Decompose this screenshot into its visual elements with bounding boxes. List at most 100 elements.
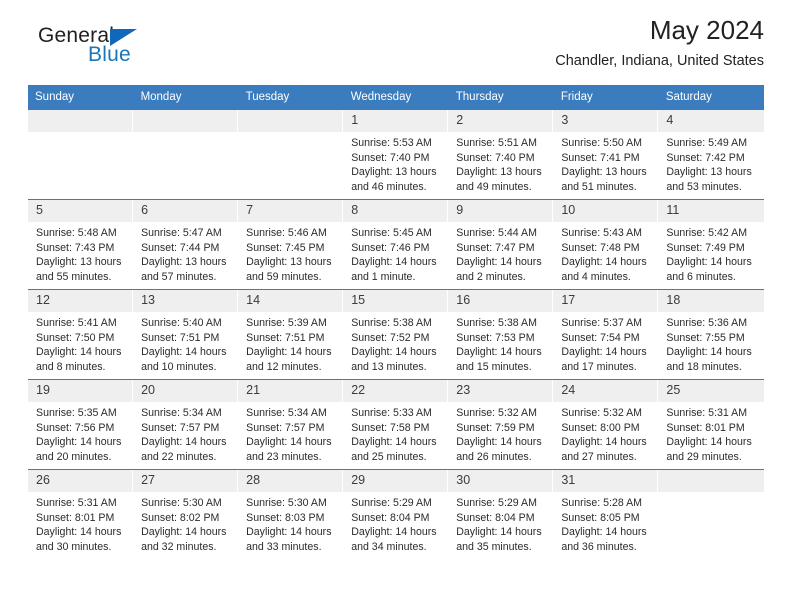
sunrise-text: Sunrise: 5:34 AM [246, 407, 327, 419]
calendar-body: 1 Sunrise: 5:53 AM Sunset: 7:40 PM Daylight… [28, 109, 764, 560]
page-subtitle: Chandler, Indiana, United States [555, 53, 764, 69]
calendar-week-row: 12 Sunrise: 5:41 AM Sunset: 7:50 PM Dayligh… [28, 289, 764, 380]
calendar-day-cell[interactable]: 3 Sunrise: 5:50 AM Sunset: 7:41 PM Daylight… [553, 109, 659, 200]
daylight-text-line2: and 27 minutes. [561, 450, 637, 463]
calendar-day-cell[interactable]: 27 Sunrise: 5:30 AM Sunset: 8:02 PM Dayligh… [133, 469, 239, 560]
calendar-day-cell[interactable]: 31 Sunrise: 5:28 AM Sunset: 8:05 PM Dayligh… [553, 469, 659, 560]
daylight-text-line2: and 34 minutes. [351, 540, 427, 553]
day-number: 4 [658, 110, 764, 132]
day-sun-info: Sunrise: 5:29 AM Sunset: 8:04 PM Daylight:… [448, 492, 553, 554]
calendar-day-cell[interactable]: 22 Sunrise: 5:33 AM Sunset: 7:58 PM Dayligh… [343, 379, 449, 470]
calendar-day-cell-empty [133, 109, 239, 200]
calendar-day-cell[interactable]: 16 Sunrise: 5:38 AM Sunset: 7:53 PM Dayligh… [448, 289, 554, 380]
sunrise-text: Sunrise: 5:33 AM [351, 407, 432, 419]
day-cell-content: 16 Sunrise: 5:38 AM Sunset: 7:53 PM Dayligh… [448, 290, 554, 379]
calendar-day-cell[interactable]: 12 Sunrise: 5:41 AM Sunset: 7:50 PM Dayligh… [28, 289, 134, 380]
sunrise-text: Sunrise: 5:41 AM [36, 317, 117, 329]
day-sun-info: Sunrise: 5:35 AM Sunset: 7:56 PM Daylight:… [28, 402, 133, 464]
daylight-text-line1: Daylight: 14 hours [666, 256, 752, 269]
day-cell-content: 31 Sunrise: 5:28 AM Sunset: 8:05 PM Dayligh… [553, 470, 659, 560]
calendar-day-cell[interactable]: 8 Sunrise: 5:45 AM Sunset: 7:46 PM Daylight… [343, 199, 449, 290]
daylight-text-line2: and 1 minute. [351, 270, 416, 283]
calendar-day-cell[interactable]: 26 Sunrise: 5:31 AM Sunset: 8:01 PM Dayligh… [28, 469, 134, 560]
calendar-day-cell[interactable]: 17 Sunrise: 5:37 AM Sunset: 7:54 PM Dayligh… [553, 289, 659, 380]
day-cell-content: 1 Sunrise: 5:53 AM Sunset: 7:40 PM Daylight… [343, 110, 449, 199]
calendar-day-cell[interactable]: 25 Sunrise: 5:31 AM Sunset: 8:01 PM Dayligh… [658, 379, 764, 470]
daylight-text-line1: Daylight: 14 hours [141, 346, 227, 359]
day-number: 30 [448, 470, 554, 492]
sunrise-text: Sunrise: 5:31 AM [36, 497, 117, 509]
calendar-day-cell[interactable]: 14 Sunrise: 5:39 AM Sunset: 7:51 PM Dayligh… [238, 289, 344, 380]
day-sun-info: Sunrise: 5:44 AM Sunset: 7:47 PM Daylight:… [448, 222, 553, 284]
day-number: 26 [28, 470, 134, 492]
calendar-week-row: 19 Sunrise: 5:35 AM Sunset: 7:56 PM Dayligh… [28, 379, 764, 470]
daylight-text-line2: and 46 minutes. [351, 180, 427, 193]
day-cell-content: 26 Sunrise: 5:31 AM Sunset: 8:01 PM Dayligh… [28, 470, 134, 560]
daylight-text-line1: Daylight: 13 hours [666, 166, 752, 179]
sunset-text: Sunset: 7:48 PM [561, 241, 640, 254]
day-sun-info: Sunrise: 5:46 AM Sunset: 7:45 PM Daylight:… [238, 222, 343, 284]
day-sun-info: Sunrise: 5:31 AM Sunset: 8:01 PM Daylight:… [28, 492, 133, 554]
calendar-day-cell[interactable]: 10 Sunrise: 5:43 AM Sunset: 7:48 PM Dayligh… [553, 199, 659, 290]
daylight-text-line1: Daylight: 14 hours [141, 526, 227, 539]
sunrise-text: Sunrise: 5:28 AM [561, 497, 642, 509]
sunset-text: Sunset: 8:02 PM [141, 511, 220, 524]
day-sun-info: Sunrise: 5:51 AM Sunset: 7:40 PM Daylight:… [448, 132, 553, 194]
calendar-day-cell-empty [28, 109, 134, 200]
sunrise-text: Sunrise: 5:42 AM [666, 227, 748, 239]
daylight-text-line1: Daylight: 13 hours [36, 256, 122, 269]
day-number: 11 [658, 200, 764, 222]
calendar-day-cell[interactable]: 21 Sunrise: 5:34 AM Sunset: 7:57 PM Dayligh… [238, 379, 344, 470]
sunrise-text: Sunrise: 5:30 AM [141, 497, 222, 509]
day-number: 24 [553, 380, 659, 402]
sunrise-text: Sunrise: 5:37 AM [561, 317, 642, 329]
sunrise-text: Sunrise: 5:43 AM [561, 227, 642, 239]
sunset-text: Sunset: 7:54 PM [561, 331, 640, 344]
daylight-text-line2: and 32 minutes. [141, 540, 217, 553]
general-blue-logo[interactable]: General Blue [28, 24, 228, 72]
daylight-text-line1: Daylight: 14 hours [561, 526, 647, 539]
calendar-day-cell[interactable]: 19 Sunrise: 5:35 AM Sunset: 7:56 PM Dayligh… [28, 379, 134, 470]
day-sun-info: Sunrise: 5:36 AM Sunset: 7:55 PM Daylight:… [658, 312, 763, 374]
calendar-day-cell[interactable]: 4 Sunrise: 5:49 AM Sunset: 7:42 PM Daylight… [658, 109, 764, 200]
day-sun-info: Sunrise: 5:38 AM Sunset: 7:52 PM Daylight:… [343, 312, 448, 374]
day-number: 14 [238, 290, 344, 312]
calendar-day-cell[interactable]: 15 Sunrise: 5:38 AM Sunset: 7:52 PM Dayligh… [343, 289, 449, 380]
calendar-day-cell[interactable]: 11 Sunrise: 5:42 AM Sunset: 7:49 PM Dayligh… [658, 199, 764, 290]
calendar-day-cell[interactable]: 20 Sunrise: 5:34 AM Sunset: 7:57 PM Dayligh… [133, 379, 239, 470]
sunrise-text: Sunrise: 5:32 AM [561, 407, 642, 419]
day-sun-info: Sunrise: 5:34 AM Sunset: 7:57 PM Daylight:… [133, 402, 238, 464]
calendar-day-cell[interactable]: 30 Sunrise: 5:29 AM Sunset: 8:04 PM Dayligh… [448, 469, 554, 560]
day-number: 25 [658, 380, 764, 402]
calendar-day-cell[interactable]: 29 Sunrise: 5:29 AM Sunset: 8:04 PM Dayligh… [343, 469, 449, 560]
calendar-day-cell[interactable]: 2 Sunrise: 5:51 AM Sunset: 7:40 PM Daylight… [448, 109, 554, 200]
calendar-week-row: 1 Sunrise: 5:53 AM Sunset: 7:40 PM Daylight… [28, 109, 764, 200]
daylight-text-line1: Daylight: 14 hours [351, 256, 437, 269]
calendar-day-cell[interactable]: 18 Sunrise: 5:36 AM Sunset: 7:55 PM Dayligh… [658, 289, 764, 380]
calendar-week-row: 26 Sunrise: 5:31 AM Sunset: 8:01 PM Dayligh… [28, 469, 764, 560]
calendar-day-cell[interactable]: 13 Sunrise: 5:40 AM Sunset: 7:51 PM Dayligh… [133, 289, 239, 380]
sunset-text: Sunset: 7:41 PM [561, 151, 640, 164]
sunset-text: Sunset: 7:43 PM [36, 241, 115, 254]
sunrise-text: Sunrise: 5:53 AM [351, 137, 432, 149]
calendar-day-cell[interactable]: 1 Sunrise: 5:53 AM Sunset: 7:40 PM Daylight… [343, 109, 449, 200]
calendar-day-cell[interactable]: 5 Sunrise: 5:48 AM Sunset: 7:43 PM Daylight… [28, 199, 134, 290]
calendar-day-cell[interactable]: 6 Sunrise: 5:47 AM Sunset: 7:44 PM Daylight… [133, 199, 239, 290]
day-cell-content: 30 Sunrise: 5:29 AM Sunset: 8:04 PM Dayligh… [448, 470, 554, 560]
calendar-day-cell[interactable]: 9 Sunrise: 5:44 AM Sunset: 7:47 PM Daylight… [448, 199, 554, 290]
day-sun-info: Sunrise: 5:33 AM Sunset: 7:58 PM Daylight:… [343, 402, 448, 464]
day-sun-info: Sunrise: 5:39 AM Sunset: 7:51 PM Daylight:… [238, 312, 343, 374]
daylight-text-line1: Daylight: 14 hours [351, 526, 437, 539]
weekday-header-saturday: Saturday [658, 85, 765, 110]
day-cell-content: 10 Sunrise: 5:43 AM Sunset: 7:48 PM Dayligh… [553, 200, 659, 289]
day-number: 29 [343, 470, 449, 492]
sunset-text: Sunset: 7:50 PM [36, 331, 115, 344]
calendar-day-cell[interactable]: 7 Sunrise: 5:46 AM Sunset: 7:45 PM Daylight… [238, 199, 344, 290]
calendar-day-cell[interactable]: 23 Sunrise: 5:32 AM Sunset: 7:59 PM Dayligh… [448, 379, 554, 470]
day-cell-content: 18 Sunrise: 5:36 AM Sunset: 7:55 PM Dayligh… [658, 290, 764, 379]
day-number: 3 [553, 110, 659, 132]
calendar-day-cell[interactable]: 24 Sunrise: 5:32 AM Sunset: 8:00 PM Dayligh… [553, 379, 659, 470]
day-number: 15 [343, 290, 449, 312]
sunset-text: Sunset: 8:03 PM [246, 511, 325, 524]
calendar-day-cell[interactable]: 28 Sunrise: 5:30 AM Sunset: 8:03 PM Dayligh… [238, 469, 344, 560]
